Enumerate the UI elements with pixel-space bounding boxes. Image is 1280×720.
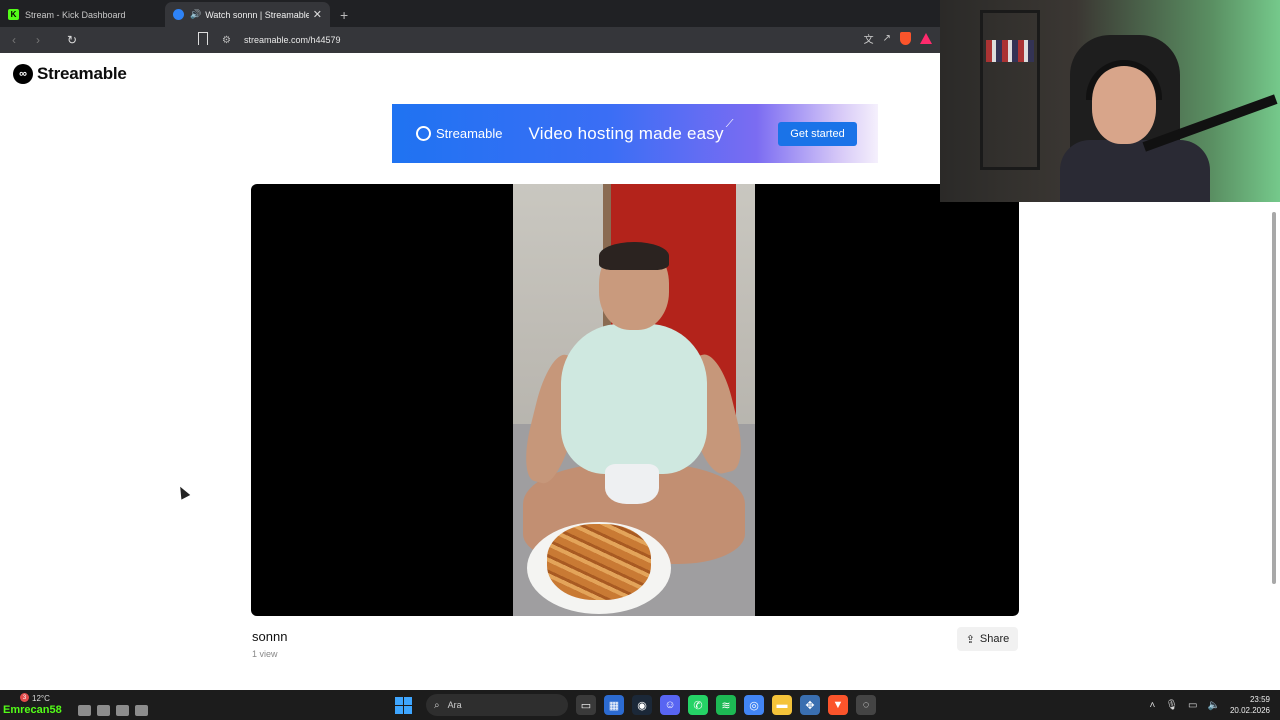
browser-tab-strip: K Stream - Kick Dashboard 🔊 Watch sonnn …	[0, 0, 940, 27]
taskbar-search[interactable]: ⌕ Ara	[426, 694, 568, 716]
share-label: Share	[979, 633, 1010, 645]
weather-widget[interactable]: 12°C	[32, 694, 50, 703]
video-title: sonnn	[252, 629, 288, 644]
reload-icon[interactable]: ↻	[62, 33, 82, 47]
kick-favicon-icon: K	[8, 9, 19, 20]
tray-thumb[interactable]	[135, 705, 148, 716]
clock-date: 20.02.2026	[1229, 706, 1270, 715]
brave-rewards-icon[interactable]	[920, 33, 932, 44]
video-player[interactable]	[251, 184, 1019, 616]
kick-username: Emrecan58	[3, 704, 62, 716]
chevron-up-icon[interactable]: ˄	[1150, 700, 1156, 711]
streamable-banner-icon	[416, 126, 431, 141]
tab-streamable[interactable]: 🔊 Watch sonnn | Streamable ✕	[165, 2, 330, 27]
brave-shields-icon[interactable]	[900, 32, 911, 45]
search-placeholder: Ara	[447, 700, 462, 710]
webcam-overlay	[940, 0, 1280, 202]
spotify-icon[interactable]: ≋	[716, 695, 736, 715]
url-text: streamable.com/h44579	[244, 35, 341, 45]
network-icon[interactable]: ▭	[1188, 700, 1197, 711]
view-count: 1 view	[252, 649, 278, 659]
share-page-icon[interactable]: ↗	[883, 33, 891, 44]
tab-label: Stream - Kick Dashboard	[25, 9, 126, 20]
page-scrollbar[interactable]	[1270, 202, 1278, 686]
volume-icon[interactable]: 🔈	[1208, 700, 1220, 711]
streamable-logo-icon: ∞	[13, 64, 33, 84]
clock-time: 23:59	[1249, 695, 1270, 704]
tray-thumb[interactable]	[116, 705, 129, 716]
scrollbar-thumb[interactable]	[1272, 212, 1276, 584]
sparkle-icon: ⟋	[725, 118, 734, 130]
windows-start-icon[interactable]	[395, 696, 412, 714]
system-clock[interactable]: 23:59 20.02.2026	[1230, 694, 1270, 716]
windows-taskbar: 3 12°C Emrecan58 ⌕ Ara ▭ ▦ ◉ ☺ ✆ ≋ ◎ ▬ ✥…	[0, 690, 1280, 720]
logo-text: Streamable	[37, 64, 127, 83]
task-view-icon[interactable]: ▭	[576, 695, 596, 715]
banner-tagline: Video hosting made easy	[528, 123, 724, 143]
tab-label: Watch sonnn | Streamable	[205, 9, 309, 20]
whatsapp-icon[interactable]: ✆	[688, 695, 708, 715]
forward-icon[interactable]: ›	[28, 33, 48, 47]
store-icon[interactable]: ▦	[604, 695, 624, 715]
ad-banner[interactable]: Streamable Video hosting made easy ⟋ Get…	[392, 104, 878, 163]
recording-app-icon[interactable]: ◌	[856, 695, 876, 715]
tray-thumb[interactable]	[78, 705, 91, 716]
streamable-logo[interactable]: ∞ Streamable	[13, 64, 127, 84]
translate-icon[interactable]: 文	[864, 31, 874, 46]
banner-brand: Streamable	[436, 126, 503, 141]
mouse-cursor	[175, 484, 191, 500]
steam-icon[interactable]: ◉	[632, 695, 652, 715]
speaker-icon[interactable]: 🔊	[190, 9, 201, 20]
notification-badge: 3	[20, 693, 29, 702]
brave-browser-icon[interactable]: ▼	[828, 695, 848, 715]
close-tab-icon[interactable]: ✕	[313, 8, 322, 21]
share-icon: ⇪	[965, 633, 975, 646]
search-icon: ⌕	[434, 699, 440, 711]
new-tab-button[interactable]: +	[330, 7, 358, 27]
get-started-button[interactable]: Get started	[778, 122, 857, 146]
share-button[interactable]: ⇪ Share	[957, 627, 1018, 651]
address-bar[interactable]: ⚙ streamable.com/h44579	[222, 30, 837, 50]
video-frame	[513, 184, 755, 616]
app-settings-icon[interactable]: ✥	[800, 695, 820, 715]
microphone-icon[interactable]: 🎙	[1165, 700, 1178, 711]
tab-kick-dashboard[interactable]: K Stream - Kick Dashboard	[0, 2, 165, 27]
discord-icon[interactable]: ☺	[660, 695, 680, 715]
bookmark-icon[interactable]	[198, 32, 208, 45]
site-settings-icon[interactable]: ⚙	[222, 35, 236, 46]
file-explorer-icon[interactable]: ▬	[772, 695, 792, 715]
back-icon[interactable]: ‹	[4, 33, 24, 47]
browser-toolbar: ‹ › ↻ ⚙ streamable.com/h44579 文 ↗	[0, 27, 940, 53]
streamable-favicon-icon	[173, 9, 184, 20]
chrome-icon[interactable]: ◎	[744, 695, 764, 715]
tray-thumb[interactable]	[97, 705, 110, 716]
